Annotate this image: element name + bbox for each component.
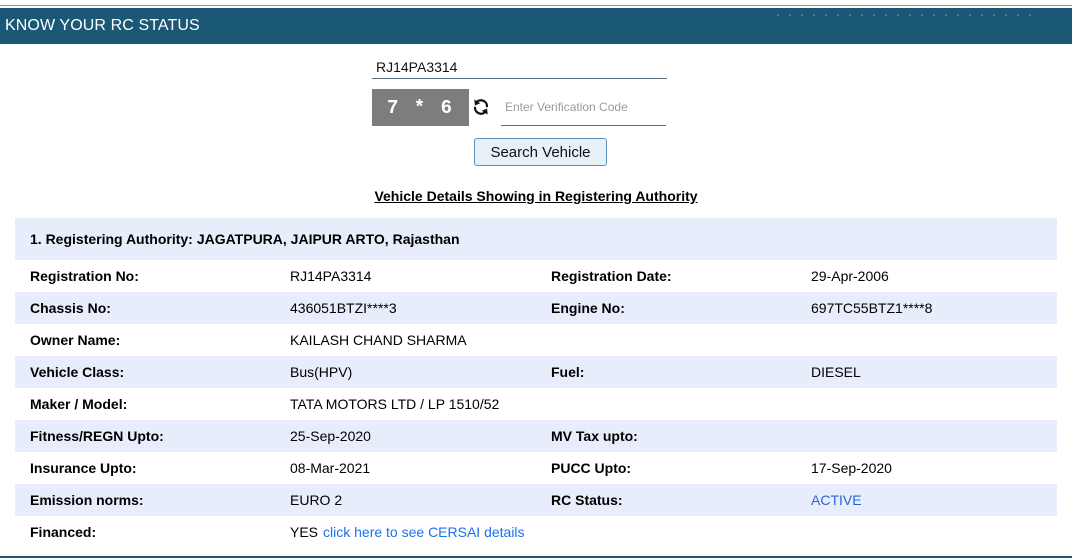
top-divider <box>0 5 1072 6</box>
authority-value: JAGATPURA, JAIPUR ARTO, Rajasthan <box>196 231 460 247</box>
field-value: RJ14PA3314 <box>290 268 372 284</box>
header-bar: KNOW YOUR RC STATUS <box>0 8 1072 44</box>
field-value: KAILASH CHAND SHARMA <box>290 332 467 348</box>
bottom-divider <box>0 556 1072 558</box>
section-title: Vehicle Details Showing in Registering A… <box>374 188 698 204</box>
field-value: Bus(HPV) <box>290 364 353 380</box>
registration-number-field-wrap <box>372 56 667 79</box>
authority-label: 1. Registering Authority: <box>30 231 193 247</box>
field-value: 29-Apr-2006 <box>811 268 889 284</box>
captcha-image: 7 * 6 <box>372 89 469 126</box>
table-row: Maker / Model: TATA MOTORS LTD / LP 1510… <box>15 388 1057 420</box>
vehicle-details-table: 1. Registering Authority: JAGATPURA, JAI… <box>15 218 1057 548</box>
field-value: 25-Sep-2020 <box>290 428 371 444</box>
field-label: Vehicle Class: <box>30 364 125 380</box>
financed-value: YES <box>290 524 319 540</box>
header-decoration <box>772 12 1032 18</box>
field-value: EURO 2 <box>290 492 343 508</box>
verification-code-input[interactable] <box>501 93 666 121</box>
table-row: Vehicle Class: Bus(HPV) Fuel: DIESEL <box>15 356 1057 388</box>
field-value: 17-Sep-2020 <box>811 460 892 476</box>
field-value: 08-Mar-2021 <box>290 460 371 476</box>
table-row: Registration No: RJ14PA3314 Registration… <box>15 260 1057 292</box>
table-row: Chassis No: 436051BTZI****3 Engine No: 6… <box>15 292 1057 324</box>
field-label: Insurance Upto: <box>30 460 137 476</box>
rc-status-value: ACTIVE <box>811 492 862 508</box>
field-value: 697TC55BTZ1****8 <box>811 300 933 316</box>
field-label: Fitness/REGN Upto: <box>30 428 164 444</box>
table-row: Insurance Upto: 08-Mar-2021 PUCC Upto: 1… <box>15 452 1057 484</box>
field-label: Chassis No: <box>30 300 111 316</box>
refresh-icon[interactable] <box>472 98 490 116</box>
field-label: Registration No: <box>30 268 139 284</box>
table-row: Fitness/REGN Upto: 25-Sep-2020 MV Tax up… <box>15 420 1057 452</box>
field-value: 436051BTZI****3 <box>290 300 397 316</box>
field-value: DIESEL <box>811 364 861 380</box>
field-label: Maker / Model: <box>30 396 128 412</box>
table-row: Financed: YES click here to see CERSAI d… <box>15 516 1057 548</box>
registering-authority-row: 1. Registering Authority: JAGATPURA, JAI… <box>15 218 1057 260</box>
verification-code-field-wrap <box>501 93 666 126</box>
financed-value-wrap: YES click here to see CERSAI details <box>290 516 525 548</box>
field-label: RC Status: <box>551 492 623 508</box>
page-title: KNOW YOUR RC STATUS <box>5 17 200 34</box>
field-label: Owner Name: <box>30 332 121 348</box>
cersai-details-link[interactable]: click here to see CERSAI details <box>323 524 525 540</box>
search-vehicle-button[interactable]: Search Vehicle <box>474 138 607 166</box>
table-row: Owner Name: KAILASH CHAND SHARMA <box>15 324 1057 356</box>
field-label: MV Tax upto: <box>551 428 638 444</box>
field-value: TATA MOTORS LTD / LP 1510/52 <box>290 396 500 412</box>
field-label: Fuel: <box>551 364 585 380</box>
field-label: Emission norms: <box>30 492 144 508</box>
financed-label: Financed: <box>30 524 97 540</box>
field-label: Engine No: <box>551 300 625 316</box>
table-row: Emission norms: EURO 2 RC Status: ACTIVE <box>15 484 1057 516</box>
field-label: PUCC Upto: <box>551 460 632 476</box>
registration-number-input[interactable] <box>372 56 667 78</box>
field-label: Registration Date: <box>551 268 672 284</box>
